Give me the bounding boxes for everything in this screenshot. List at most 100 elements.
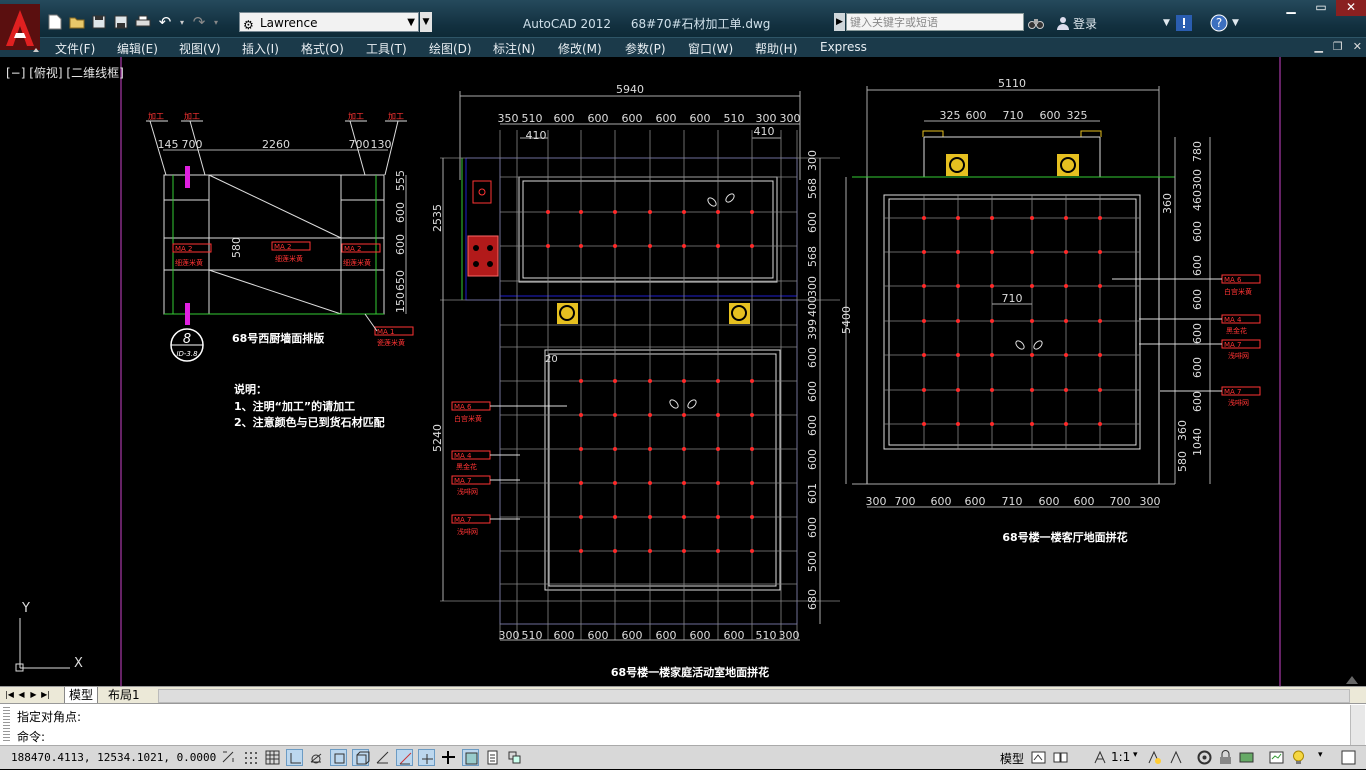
drawing-area[interactable]: 145 700 2260 700 130 加工 加工 加工 加工 555 600…: [0, 57, 1366, 686]
previous-tab-icon[interactable]: ◀: [16, 688, 27, 701]
doc-minimize-button[interactable]: ▁: [1314, 40, 1322, 53]
menu-express[interactable]: Express: [820, 40, 867, 54]
quick-view-drawings-icon[interactable]: [1052, 749, 1069, 766]
ortho-mode-icon[interactable]: [286, 749, 303, 766]
menu-edit[interactable]: 编辑(E): [117, 40, 158, 57]
search-expand-button[interactable]: ▶: [834, 13, 845, 31]
chevron-down-icon[interactable]: ▾: [1318, 750, 1323, 760]
isolate-objects-icon[interactable]: [1268, 749, 1285, 766]
living-room-floor-plan[interactable]: 5110 325 600 710 600 325 710 5400 360 78…: [840, 77, 1261, 544]
dim-text: 510: [522, 112, 543, 125]
search-binoculars-icon[interactable]: [1028, 13, 1044, 33]
command-window-grip[interactable]: [3, 707, 10, 743]
last-tab-icon[interactable]: ▶|: [40, 688, 51, 701]
horizontal-scrollbar[interactable]: [158, 689, 1350, 703]
menu-draw[interactable]: 绘图(D): [429, 40, 472, 57]
hardware-acceleration-icon[interactable]: [1238, 749, 1255, 766]
chevron-down-icon[interactable]: ▾: [1133, 750, 1138, 760]
restore-button[interactable]: ▭: [1306, 0, 1336, 16]
selection-cycling-icon[interactable]: [506, 749, 523, 766]
doc-close-button[interactable]: ✕: [1353, 40, 1362, 53]
customize-toolbar-button[interactable]: ▼: [420, 12, 432, 32]
redo-dropdown-icon[interactable]: ▾: [212, 13, 220, 31]
west-kitchen-wall-elevation[interactable]: 145 700 2260 700 130 加工 加工 加工 加工 555 600…: [146, 111, 414, 429]
material-code: MA 2: [274, 243, 292, 251]
print-icon[interactable]: [134, 13, 152, 31]
close-button[interactable]: ✕: [1336, 0, 1366, 16]
coordinate-display[interactable]: 188470.4113, 12534.1021, 0.0000: [11, 751, 216, 764]
quick-properties-icon[interactable]: [484, 749, 501, 766]
transparency-icon[interactable]: [462, 749, 479, 766]
3d-object-snap-icon[interactable]: [352, 749, 370, 766]
command-input[interactable]: 命令:: [17, 728, 45, 745]
menu-help[interactable]: 帮助(H): [755, 40, 797, 57]
menu-file[interactable]: 文件(F): [55, 40, 95, 57]
object-snap-tracking-icon[interactable]: [374, 749, 391, 766]
command-scrollbar[interactable]: [1350, 705, 1365, 745]
doc-restore-button[interactable]: ❐: [1333, 40, 1343, 53]
next-tab-icon[interactable]: ▶: [28, 688, 39, 701]
quick-access-toolbar: ↶ ▾ ↷ ▾: [46, 11, 220, 33]
family-room-floor-plan[interactable]: 5940 350 510 600 600 600 600 600 510 300…: [431, 83, 840, 679]
panel-title: 68号楼一楼客厅地面拼花: [1002, 530, 1127, 544]
toolbar-lock-icon[interactable]: [1217, 749, 1234, 766]
dim-text: 600: [724, 629, 745, 642]
material-code: MA 7: [454, 516, 472, 524]
chevron-down-icon: ▼: [407, 17, 415, 28]
menu-tools[interactable]: 工具(T): [366, 40, 407, 57]
dim-text: 600: [806, 415, 819, 436]
dim-text: 600: [1191, 357, 1204, 378]
quick-view-layouts-icon[interactable]: [1030, 749, 1047, 766]
dim-text: 600: [806, 347, 819, 368]
undo-icon[interactable]: ↶: [156, 13, 174, 31]
login-button[interactable]: 登录 ▼: [1073, 13, 1170, 33]
dim-text: 500: [806, 551, 819, 572]
model-space-button[interactable]: 模型: [1000, 750, 1024, 767]
menu-insert[interactable]: 插入(I): [242, 40, 279, 57]
tab-model[interactable]: 模型: [64, 687, 99, 704]
tab-layout1[interactable]: 布局1: [104, 687, 144, 703]
object-snap-icon[interactable]: [330, 749, 347, 766]
help-icon[interactable]: ? ▼: [1210, 13, 1239, 33]
snap-mode-icon[interactable]: [242, 749, 259, 766]
workspace-select[interactable]: ⚙ Lawrence ▼: [239, 12, 419, 32]
dim-text: 360: [1161, 193, 1174, 214]
dim-text: 410: [754, 125, 775, 138]
save-icon[interactable]: [90, 13, 108, 31]
dynamic-ucs-icon[interactable]: [396, 749, 413, 766]
grid-display-icon[interactable]: [264, 749, 281, 766]
menu-window[interactable]: 窗口(W): [688, 40, 733, 57]
lineweight-icon[interactable]: [440, 749, 457, 766]
lightbulb-icon[interactable]: [1290, 749, 1307, 766]
application-menu-button[interactable]: [0, 4, 40, 54]
menu-format[interactable]: 格式(O): [301, 40, 344, 57]
material-name: 细莲米黄: [175, 258, 203, 267]
search-input[interactable]: 键入关键字或短语: [846, 13, 1024, 31]
save-as-icon[interactable]: [112, 13, 130, 31]
panel-title: 68号楼一楼家庭活动室地面拼花: [611, 665, 769, 679]
polar-tracking-icon[interactable]: [308, 749, 325, 766]
annotation-scale-value[interactable]: 1:1: [1111, 750, 1130, 764]
undo-dropdown-icon[interactable]: ▾: [178, 13, 186, 31]
exchange-icon[interactable]: [1176, 13, 1192, 33]
clean-screen-icon[interactable]: [1340, 749, 1357, 766]
first-tab-icon[interactable]: |◀: [4, 688, 15, 701]
redo-icon[interactable]: ↷: [190, 13, 208, 31]
menu-modify[interactable]: 修改(M): [558, 40, 602, 57]
dynamic-input-icon[interactable]: [418, 749, 435, 766]
menu-dimension[interactable]: 标注(N): [493, 40, 535, 57]
infer-constraints-icon[interactable]: [220, 749, 237, 766]
minimize-button[interactable]: ▁: [1276, 0, 1306, 16]
open-icon[interactable]: [68, 13, 86, 31]
annotation-scale-icon[interactable]: [1092, 749, 1109, 766]
dim-text: 710: [1002, 292, 1023, 305]
annotation-visibility-icon[interactable]: [1146, 749, 1163, 766]
new-icon[interactable]: [46, 13, 64, 31]
dim-text: 600: [806, 212, 819, 233]
material-code: MA 6: [1224, 276, 1242, 284]
workspace-switching-icon[interactable]: [1196, 749, 1213, 766]
viewport-controls[interactable]: [−] [俯视] [二维线框]: [6, 64, 124, 81]
auto-scale-icon[interactable]: [1168, 749, 1185, 766]
menu-view[interactable]: 视图(V): [179, 40, 221, 57]
menu-parameters[interactable]: 参数(P): [625, 40, 666, 57]
